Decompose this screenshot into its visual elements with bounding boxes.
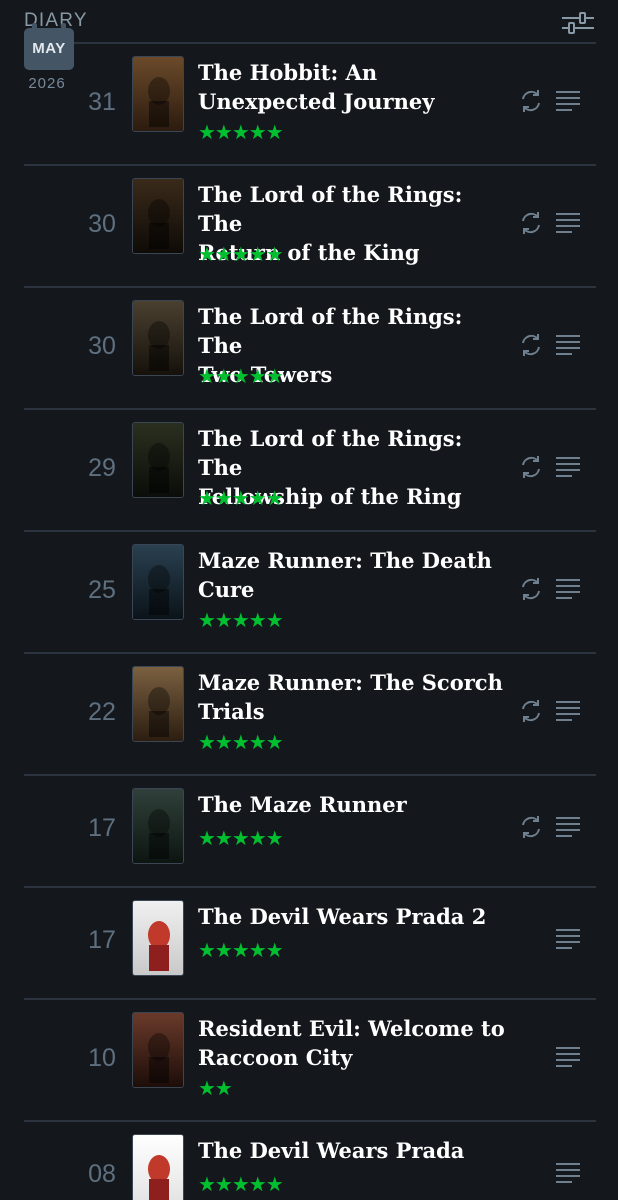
diary-entry[interactable]: 17 The Devil Wears Prada 2 ★★★★★: [0, 888, 618, 1000]
entry-day: 25: [88, 576, 116, 604]
review-icon[interactable]: [555, 456, 581, 478]
diary-entry[interactable]: 30 The Lord of the Rings: The Two Towers…: [0, 288, 618, 410]
film-title-line: The Lord of the Rings: The: [198, 182, 463, 236]
movie-poster[interactable]: [132, 900, 184, 976]
movie-poster[interactable]: [132, 788, 184, 864]
entry-day: 22: [88, 698, 116, 726]
star-rating: ★★★★★: [198, 610, 284, 632]
diary-entry[interactable]: 29 The Lord of the Rings: The Fellowship…: [0, 410, 618, 532]
film-title-line: The Devil Wears Prada 2: [198, 904, 487, 929]
film-title[interactable]: The Maze Runner: [198, 790, 508, 819]
entry-day: 30: [88, 210, 116, 238]
entry-day: 17: [88, 926, 116, 954]
movie-poster[interactable]: [132, 666, 184, 742]
film-title-line: Maze Runner: The Scorch: [198, 670, 503, 695]
review-icon[interactable]: [555, 816, 581, 838]
rewatch-icon: [518, 698, 544, 724]
review-icon[interactable]: [555, 1162, 581, 1184]
star-rating: ★★★★★: [198, 1174, 284, 1196]
rewatch-icon: [518, 454, 544, 480]
entry-day: 29: [88, 454, 116, 482]
film-title-line: The Hobbit: An: [198, 60, 378, 85]
review-icon[interactable]: [555, 90, 581, 112]
diary-entry[interactable]: 30 The Lord of the Rings: The Return of …: [0, 166, 618, 288]
review-icon[interactable]: [555, 928, 581, 950]
star-rating: ★★: [198, 1078, 233, 1100]
star-rating: ★★★★★: [198, 488, 284, 510]
diary-entry[interactable]: 08 The Devil Wears Prada ★★★★★: [0, 1122, 618, 1200]
film-title-line: Unexpected Journey: [198, 89, 435, 114]
star-rating: ★★★★★: [198, 122, 284, 144]
star-rating: ★★★★★: [198, 828, 284, 850]
entry-day: 31: [88, 88, 116, 116]
sliders-icon[interactable]: [560, 10, 596, 36]
movie-poster[interactable]: [132, 178, 184, 254]
rewatch-icon: [518, 332, 544, 358]
diary-header: DIARY: [0, 0, 618, 44]
film-title[interactable]: The Devil Wears Prada 2: [198, 902, 508, 931]
movie-poster[interactable]: [132, 1012, 184, 1088]
review-icon[interactable]: [555, 700, 581, 722]
film-title[interactable]: Maze Runner: The Scorch Trials: [198, 668, 508, 726]
diary-entry[interactable]: 17 The Maze Runner ★★★★★: [0, 776, 618, 888]
film-title-line: Maze Runner: The Death: [198, 548, 492, 573]
diary-entry[interactable]: 31 The Hobbit: An Unexpected Journey ★★★…: [0, 44, 618, 166]
rewatch-icon: [518, 210, 544, 236]
entry-day: 17: [88, 814, 116, 842]
film-title-line: The Lord of the Rings: The: [198, 304, 463, 358]
star-rating: ★★★★★: [198, 366, 284, 388]
movie-poster[interactable]: [132, 56, 184, 132]
film-title-line: Trials: [198, 699, 265, 724]
diary-entry[interactable]: 10 Resident Evil: Welcome to Raccoon Cit…: [0, 1000, 618, 1122]
entry-day: 10: [88, 1044, 116, 1072]
diary-entry[interactable]: 25 Maze Runner: The Death Cure ★★★★★: [0, 532, 618, 654]
star-rating: ★★★★★: [198, 732, 284, 754]
review-icon[interactable]: [555, 334, 581, 356]
film-title-line: Cure: [198, 577, 255, 602]
entry-day: 08: [88, 1160, 116, 1188]
film-title[interactable]: The Devil Wears Prada: [198, 1136, 508, 1165]
review-icon[interactable]: [555, 1046, 581, 1068]
star-rating: ★★★★★: [198, 244, 284, 266]
rewatch-icon: [518, 88, 544, 114]
film-title[interactable]: The Hobbit: An Unexpected Journey: [198, 58, 508, 116]
movie-poster[interactable]: [132, 422, 184, 498]
movie-poster[interactable]: [132, 300, 184, 376]
rewatch-icon: [518, 814, 544, 840]
film-title-line: The Devil Wears Prada: [198, 1138, 465, 1163]
diary-entry[interactable]: 22 Maze Runner: The Scorch Trials ★★★★★: [0, 654, 618, 776]
entry-day: 30: [88, 332, 116, 360]
film-title-line: Raccoon City: [198, 1045, 353, 1070]
film-title-line: The Maze Runner: [198, 792, 407, 817]
star-rating: ★★★★★: [198, 940, 284, 962]
review-icon[interactable]: [555, 578, 581, 600]
review-icon[interactable]: [555, 212, 581, 234]
film-title[interactable]: Maze Runner: The Death Cure: [198, 546, 508, 604]
film-title[interactable]: Resident Evil: Welcome to Raccoon City: [198, 1014, 508, 1072]
film-title-line: The Lord of the Rings: The: [198, 426, 463, 480]
movie-poster[interactable]: [132, 544, 184, 620]
movie-poster[interactable]: [132, 1134, 184, 1200]
rewatch-icon: [518, 576, 544, 602]
film-title-line: Resident Evil: Welcome to: [198, 1016, 505, 1041]
